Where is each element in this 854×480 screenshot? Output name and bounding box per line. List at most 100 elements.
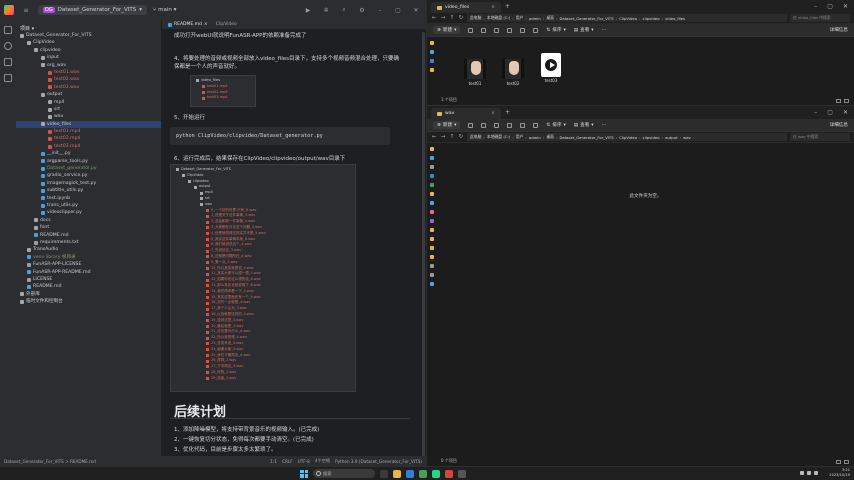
pycharm-icon[interactable]: [432, 469, 440, 478]
tree-item[interactable]: test03.wav: [16, 84, 161, 91]
sort-button[interactable]: ⇅ 排序 ▾: [546, 122, 565, 129]
breadcrumb[interactable]: 此电脑 › 本地磁盘 (C:) › 用户 › admin › 桌面 › Dataset_Genera…: [467, 14, 787, 22]
tree-item[interactable]: input: [16, 54, 161, 61]
copy-icon[interactable]: [481, 27, 487, 33]
tree-item[interactable]: README.md: [16, 232, 161, 239]
status-interpreter[interactable]: Python 3.9 (Dataset_Generator_For_VITS): [335, 459, 422, 464]
tree-item[interactable]: clipvideo: [16, 47, 161, 54]
downloads-icon[interactable]: [429, 183, 434, 187]
tree-item[interactable]: org_wav: [16, 62, 161, 69]
chevron-right-icon[interactable]: ›: [662, 135, 664, 140]
share-icon[interactable]: [520, 27, 526, 33]
file-test01[interactable]: test01: [461, 59, 489, 86]
share-icon[interactable]: [520, 122, 526, 128]
app-icon[interactable]: [445, 469, 453, 478]
linux-icon[interactable]: [429, 282, 434, 286]
close-button[interactable]: ✕: [410, 7, 422, 14]
tree-item[interactable]: subtitle_utils.py: [16, 187, 161, 194]
chevron-right-icon[interactable]: ›: [483, 135, 485, 140]
breadcrumb-item[interactable]: 此电脑: [470, 15, 481, 21]
breadcrumb-item[interactable]: ClipVideo: [619, 135, 637, 140]
status-indent[interactable]: 4个空格: [315, 458, 330, 464]
tree-item[interactable]: Dataset_generator.py: [16, 165, 161, 172]
more-button[interactable]: ···: [602, 28, 606, 33]
more-button[interactable]: ···: [602, 123, 606, 128]
chevron-right-icon[interactable]: ›: [639, 135, 641, 140]
wechat-icon[interactable]: [419, 469, 427, 478]
refresh-icon[interactable]: ↻: [458, 15, 464, 21]
file-test02[interactable]: test02: [499, 59, 527, 86]
sort-button[interactable]: ⇅ 排序 ▾: [546, 27, 565, 34]
breadcrumb-item[interactable]: clipvideo: [643, 16, 660, 21]
desktop-icon[interactable]: [429, 174, 434, 178]
tree-item[interactable]: venv library 根目录: [16, 254, 161, 261]
breadcrumb-item[interactable]: Dataset_Generator_For_VITS: [559, 135, 613, 140]
search-icon[interactable]: ⌕: [338, 6, 350, 14]
network-icon[interactable]: [800, 471, 804, 475]
tree-item[interactable]: font: [16, 224, 161, 231]
tiles-view-icon[interactable]: [844, 99, 849, 103]
chevron-right-icon[interactable]: ›: [680, 135, 682, 140]
volume-icon[interactable]: [807, 471, 811, 475]
back-icon[interactable]: ←: [431, 15, 437, 21]
tree-item[interactable]: videoclipper.py: [16, 209, 161, 216]
tree-item[interactable]: ClipVideo: [16, 39, 161, 46]
search-input[interactable]: 在 wav 中搜索: [790, 133, 850, 141]
tree-item[interactable]: 外部库: [16, 291, 161, 298]
explorer-tab-wav[interactable]: wav ×: [431, 108, 501, 119]
tree-item[interactable]: TransAudio: [16, 246, 161, 253]
tree-item[interactable]: test01.wav: [16, 69, 161, 76]
tree-item[interactable]: requirements.txt: [16, 239, 161, 246]
branch-switcher[interactable]: ⑂ main ▾: [153, 7, 176, 13]
minimize-button[interactable]: –: [374, 7, 386, 14]
close-tab-icon[interactable]: ×: [491, 111, 495, 116]
search-input[interactable]: 在 video_files 中搜索: [790, 14, 850, 22]
rename-icon[interactable]: [507, 27, 513, 33]
minimize-button[interactable]: –: [814, 3, 817, 10]
folder-icon[interactable]: [429, 237, 434, 241]
chevron-right-icon[interactable]: ›: [525, 16, 527, 21]
taskbar-search[interactable]: 搜索: [313, 469, 375, 478]
edge-icon[interactable]: [406, 469, 414, 478]
commit-tool-icon[interactable]: [4, 42, 12, 50]
pictures-icon[interactable]: [429, 201, 434, 205]
up-icon[interactable]: ↑: [449, 15, 455, 21]
chevron-right-icon[interactable]: ›: [525, 135, 527, 140]
task-view-icon[interactable]: [380, 469, 388, 478]
new-button[interactable]: ⊕ 新建 ▾: [433, 121, 461, 129]
documents-icon[interactable]: [429, 68, 434, 72]
breadcrumb-item[interactable]: 本地磁盘 (C:): [487, 15, 510, 21]
copy-icon[interactable]: [481, 122, 487, 128]
tree-item[interactable]: test03.mp4: [16, 143, 161, 150]
settings-gear-icon[interactable]: ⚙: [356, 7, 368, 14]
terminal-icon[interactable]: [458, 469, 466, 478]
run-icon[interactable]: ▶: [302, 7, 314, 14]
maximize-button[interactable]: ▢: [827, 3, 833, 10]
paste-icon[interactable]: [494, 122, 500, 128]
forward-icon[interactable]: →: [440, 15, 446, 21]
close-button[interactable]: ✕: [843, 109, 848, 116]
breadcrumb-item[interactable]: clipvideo: [643, 135, 660, 140]
status-encoding[interactable]: UTF-8: [298, 459, 310, 464]
tab-readme[interactable]: README.md ×: [168, 22, 208, 27]
view-button[interactable]: ▤ 查看 ▾: [574, 27, 594, 34]
breadcrumb-item[interactable]: output: [665, 135, 678, 140]
breadcrumb-item[interactable]: Dataset_Generator_For_VITS: [559, 16, 613, 21]
breadcrumb-item[interactable]: wav: [683, 135, 691, 140]
tab-clipvideo[interactable]: ClipVideo: [216, 22, 237, 27]
tree-item[interactable]: mp4: [16, 99, 161, 106]
folder-icon[interactable]: [429, 246, 434, 250]
chevron-right-icon[interactable]: ›: [556, 16, 558, 21]
chevron-right-icon[interactable]: ›: [512, 16, 514, 21]
status-cursor[interactable]: 1:1: [270, 459, 277, 464]
tree-item[interactable]: argparse_tools.py: [16, 158, 161, 165]
close-tab-icon[interactable]: ×: [491, 5, 495, 10]
battery-icon[interactable]: [814, 471, 818, 475]
chevron-right-icon[interactable]: ›: [662, 16, 664, 21]
explorer-tab-video-files[interactable]: video_files ×: [431, 2, 501, 13]
details-view-icon[interactable]: [836, 99, 841, 103]
chevron-right-icon[interactable]: ›: [616, 16, 618, 21]
rename-icon[interactable]: [507, 122, 513, 128]
music-icon[interactable]: [429, 210, 434, 214]
close-tab-icon[interactable]: ×: [204, 22, 208, 27]
